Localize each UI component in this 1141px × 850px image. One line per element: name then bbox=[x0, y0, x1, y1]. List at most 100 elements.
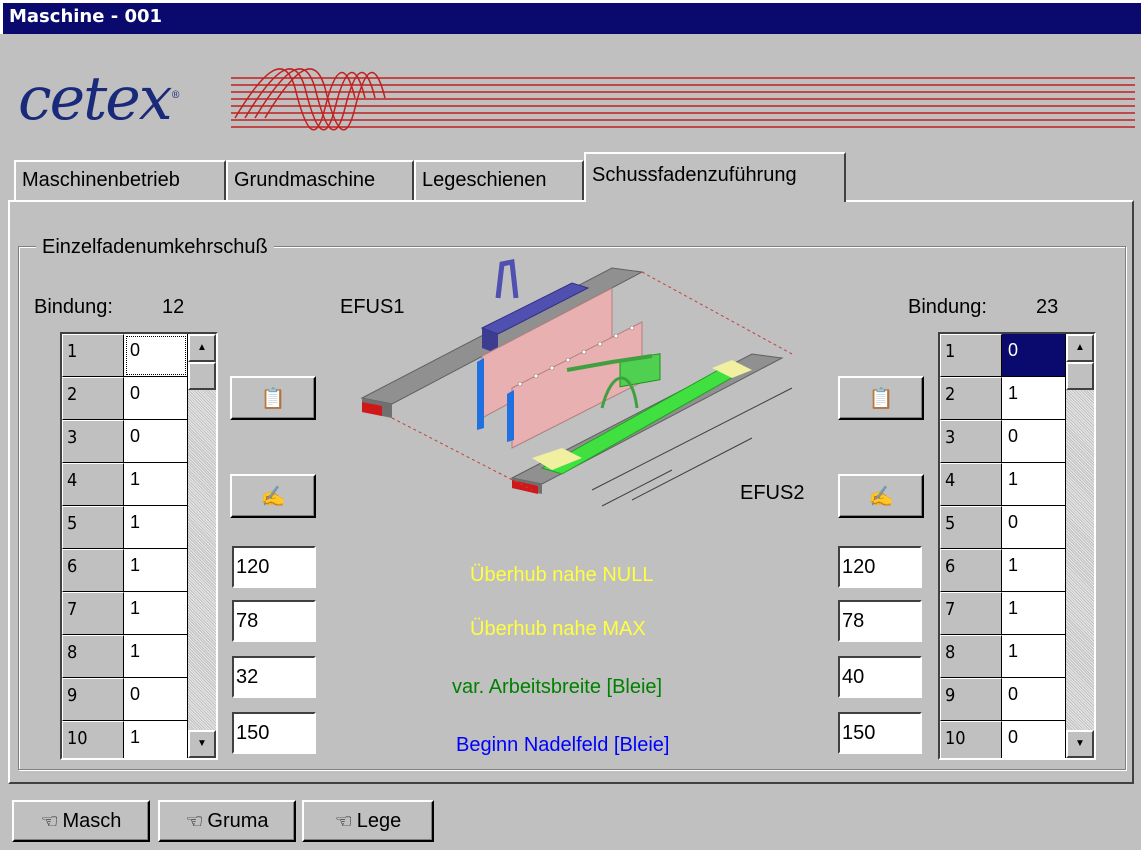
tab-legeschienen[interactable]: Legeschienen bbox=[414, 160, 584, 200]
right-grid-scrollbar[interactable]: ▲ ▼ bbox=[1066, 334, 1094, 758]
scroll-down-arrow-icon[interactable]: ▼ bbox=[1066, 730, 1094, 758]
left-copy-button[interactable]: 📋 bbox=[230, 376, 316, 420]
row-value-cell[interactable]: 1 bbox=[124, 721, 188, 758]
grid-row[interactable]: 81 bbox=[62, 635, 188, 678]
row-value-cell[interactable]: 1 bbox=[124, 549, 188, 592]
row-value-cell[interactable]: 1 bbox=[124, 635, 188, 678]
left-pattern-grid[interactable]: 1 0 2 0 3 0 4 1 5 1 6 1 7 1 8 1 9 0 10 1 ▲ ▼ bbox=[60, 332, 218, 760]
row-value-cell[interactable]: 0 bbox=[124, 334, 188, 377]
grid-row[interactable]: 41 bbox=[62, 463, 188, 506]
right-bindung-value: 23 bbox=[1036, 296, 1059, 318]
tab-grundmaschine[interactable]: Grundmaschine bbox=[226, 160, 414, 200]
right-overstroke-null-input[interactable] bbox=[838, 546, 922, 588]
right-pattern-grid[interactable]: 1 0 2 1 3 0 4 1 5 0 6 1 7 1 8 1 9 0 10 0 ▲ ▼ bbox=[938, 332, 1096, 760]
nav-button-label: Gruma bbox=[207, 809, 269, 832]
grid-row[interactable]: 71 bbox=[62, 592, 188, 635]
row-number: 9 bbox=[62, 678, 124, 721]
grid-row[interactable]: 20 bbox=[62, 377, 188, 420]
row-value-cell[interactable]: 1 bbox=[1002, 377, 1066, 420]
row-number: 5 bbox=[62, 506, 124, 549]
grid-row[interactable]: 10 bbox=[62, 334, 188, 377]
grid-row[interactable]: 90 bbox=[940, 678, 1066, 721]
tab-label: Legeschienen bbox=[422, 169, 547, 191]
row-value-cell[interactable]: 1 bbox=[124, 592, 188, 635]
document-copy-icon: 📋 bbox=[868, 387, 894, 410]
right-needle-field-start-input[interactable] bbox=[838, 712, 922, 754]
hand-paste-icon: ✍ bbox=[868, 485, 894, 508]
row-number: 10 bbox=[940, 721, 1002, 758]
left-overstroke-null-input[interactable] bbox=[232, 546, 316, 588]
grid-row[interactable]: 50 bbox=[940, 506, 1066, 549]
grid-row[interactable]: 41 bbox=[940, 463, 1066, 506]
row-value-cell[interactable]: 1 bbox=[1002, 549, 1066, 592]
left-working-width-input[interactable] bbox=[232, 656, 316, 698]
desc-overstroke-null: Überhub nahe NULL bbox=[470, 564, 654, 586]
tab-maschinenbetrieb[interactable]: Maschinenbetrieb bbox=[14, 160, 226, 200]
row-value-cell[interactable]: 0 bbox=[124, 377, 188, 420]
row-value-cell[interactable]: 1 bbox=[1002, 592, 1066, 635]
registered-mark: ® bbox=[170, 90, 181, 101]
grid-row[interactable]: 30 bbox=[940, 420, 1066, 463]
row-number: 1 bbox=[940, 334, 1002, 377]
row-value-cell[interactable]: 0 bbox=[1002, 334, 1066, 377]
right-copy-button[interactable]: 📋 bbox=[838, 376, 924, 420]
row-number: 8 bbox=[940, 635, 1002, 678]
row-value-cell[interactable]: 1 bbox=[1002, 635, 1066, 678]
right-paste-button[interactable]: ✍ bbox=[838, 474, 924, 518]
logo-wave-graphic bbox=[195, 68, 1135, 132]
desc-working-width: var. Arbeitsbreite [Bleie] bbox=[452, 676, 663, 698]
grid-row[interactable]: 10 bbox=[940, 334, 1066, 377]
row-number: 2 bbox=[62, 377, 124, 420]
left-needle-field-start-input[interactable] bbox=[232, 712, 316, 754]
row-number: 6 bbox=[940, 549, 1002, 592]
row-number: 10 bbox=[62, 721, 124, 758]
row-value-cell[interactable]: 0 bbox=[1002, 678, 1066, 721]
hand-pointer-icon: ☜ bbox=[334, 810, 353, 833]
row-value-cell[interactable]: 1 bbox=[124, 506, 188, 549]
row-value-cell[interactable]: 1 bbox=[124, 463, 188, 506]
row-number: 3 bbox=[62, 420, 124, 463]
left-grid-scrollbar[interactable]: ▲ ▼ bbox=[188, 334, 216, 758]
scroll-down-arrow-icon[interactable]: ▼ bbox=[188, 730, 216, 758]
grid-row[interactable]: 81 bbox=[940, 635, 1066, 678]
tab-label: Schussfadenzuführung bbox=[592, 164, 797, 186]
title-bar[interactable]: Maschine - 001 bbox=[0, 0, 1141, 34]
grid-row[interactable]: 51 bbox=[62, 506, 188, 549]
grid-row[interactable]: 10 0 bbox=[940, 721, 1066, 758]
row-number: 6 bbox=[62, 549, 124, 592]
row-value-cell[interactable]: 0 bbox=[1002, 420, 1066, 463]
row-value-cell[interactable]: 1 bbox=[1002, 463, 1066, 506]
scroll-thumb[interactable] bbox=[188, 362, 216, 390]
grid-row[interactable]: 61 bbox=[940, 549, 1066, 592]
left-paste-button[interactable]: ✍ bbox=[230, 474, 316, 518]
row-value-cell[interactable]: 0 bbox=[1002, 506, 1066, 549]
tab-label: Maschinenbetrieb bbox=[22, 169, 180, 191]
grid-row[interactable]: 10 1 bbox=[62, 721, 188, 758]
hand-pointer-icon: ☜ bbox=[185, 810, 204, 833]
row-value-cell[interactable]: 0 bbox=[124, 678, 188, 721]
document-copy-icon: 📋 bbox=[260, 387, 286, 410]
grid-row[interactable]: 71 bbox=[940, 592, 1066, 635]
row-number: 4 bbox=[62, 463, 124, 506]
left-overstroke-max-input[interactable] bbox=[232, 600, 316, 642]
scroll-thumb[interactable] bbox=[1066, 362, 1094, 390]
grid-row[interactable]: 21 bbox=[940, 377, 1066, 420]
right-working-width-input[interactable] bbox=[838, 656, 922, 698]
scroll-up-arrow-icon[interactable]: ▲ bbox=[1066, 334, 1094, 362]
row-number: 9 bbox=[940, 678, 1002, 721]
grid-row[interactable]: 61 bbox=[62, 549, 188, 592]
right-overstroke-max-input[interactable] bbox=[838, 600, 922, 642]
grid-row[interactable]: 90 bbox=[62, 678, 188, 721]
scroll-up-arrow-icon[interactable]: ▲ bbox=[188, 334, 216, 362]
nav-gruma-button[interactable]: ☜ Gruma bbox=[158, 800, 296, 842]
nav-lege-button[interactable]: ☜ Lege bbox=[302, 800, 434, 842]
tab-schussfadenzufuehrung[interactable]: Schussfadenzuführung bbox=[584, 152, 846, 202]
hand-pointer-icon: ☜ bbox=[40, 810, 59, 833]
row-number: 2 bbox=[940, 377, 1002, 420]
grid-row[interactable]: 30 bbox=[62, 420, 188, 463]
row-value-cell[interactable]: 0 bbox=[124, 420, 188, 463]
nav-masch-button[interactable]: ☜ Masch bbox=[12, 800, 150, 842]
right-grid-rows: 1 0 2 1 3 0 4 1 5 0 6 1 7 1 8 1 9 0 10 0 bbox=[940, 334, 1066, 758]
hand-paste-icon: ✍ bbox=[260, 485, 286, 508]
row-value-cell[interactable]: 0 bbox=[1002, 721, 1066, 758]
